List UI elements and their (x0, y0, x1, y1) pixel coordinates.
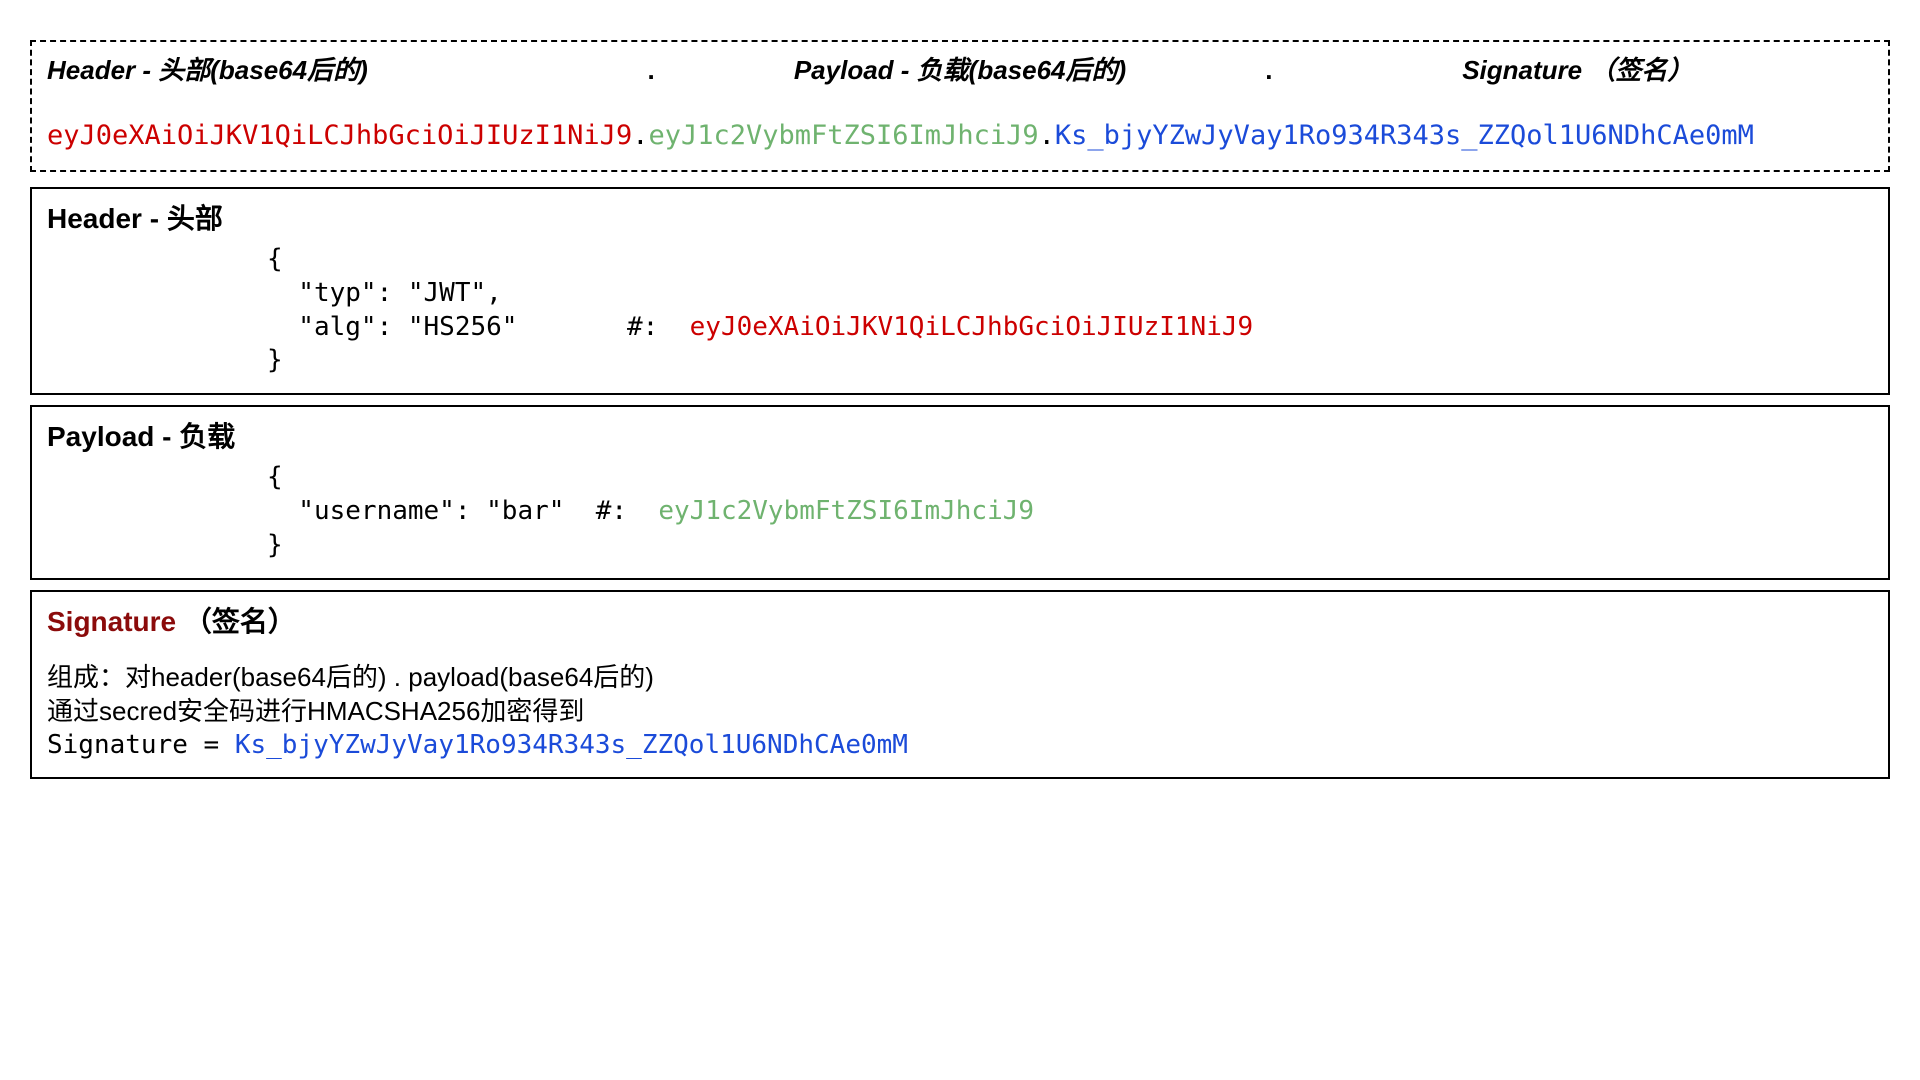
code-line: } (267, 344, 1873, 378)
payload-code-block: { "username": "bar" #: eyJ1c2VybmFtZSI6I… (47, 461, 1873, 562)
payload-section-box: Payload - 负载 { "username": "bar" #: eyJ1… (30, 405, 1890, 580)
signature-title-word: Signature (47, 606, 176, 637)
jwt-dot: . (632, 120, 648, 151)
header-encoded-value: eyJ0eXAiOiJKV1QiLCJhbGciOiJIUzI1NiJ9 (690, 312, 1254, 342)
code-text: "alg": "HS256" #: (267, 312, 690, 342)
payload-column-label: Payload - 负载(base64后的) (665, 52, 1256, 88)
signature-section-box: Signature （签名） 组成：对header(base64后的) . pa… (30, 590, 1890, 780)
jwt-signature-part: Ks_bjyYZwJyVay1Ro934R343s_ZZQol1U6NDhCAe… (1055, 120, 1754, 151)
code-line: "typ": "JWT", (267, 277, 1873, 311)
header-code-block: { "typ": "JWT", "alg": "HS256" #: eyJ0eX… (47, 243, 1873, 378)
jwt-header-part: eyJ0eXAiOiJKV1QiLCJhbGciOiJIUzI1NiJ9 (47, 120, 632, 151)
payload-encoded-value: eyJ1c2VybmFtZSI6ImJhciJ9 (658, 496, 1034, 526)
header-column-label: Header - 头部(base64后的) (47, 52, 638, 88)
code-text: "username": "bar" #: (267, 496, 658, 526)
payload-section-title: Payload - 负载 (47, 417, 1873, 456)
signature-column-label: Signature （签名） (1283, 52, 1874, 88)
signature-title-suffix: （签名） (184, 606, 296, 637)
signature-section-title: Signature （签名） (47, 602, 1873, 641)
code-line: { (267, 243, 1873, 277)
header-section-box: Header - 头部 { "typ": "JWT", "alg": "HS25… (30, 187, 1890, 395)
jwt-parts-header-row: Header - 头部(base64后的) . Payload - 负载(bas… (47, 52, 1873, 88)
jwt-overview-box: Header - 头部(base64后的) . Payload - 负载(bas… (30, 40, 1890, 172)
jwt-full-string: eyJ0eXAiOiJKV1QiLCJhbGciOiJIUzI1NiJ9.eyJ… (47, 118, 1873, 154)
code-line: } (267, 529, 1873, 563)
header-section-title: Header - 头部 (47, 199, 1873, 238)
signature-description: 组成：对header(base64后的) . payload(base64后的)… (47, 661, 1873, 762)
code-line: "alg": "HS256" #: eyJ0eXAiOiJKV1QiLCJhbG… (267, 311, 1873, 345)
signature-desc-line1: 组成：对header(base64后的) . payload(base64后的) (47, 661, 1873, 695)
code-line: { (267, 461, 1873, 495)
jwt-payload-part: eyJ1c2VybmFtZSI6ImJhciJ9 (648, 120, 1038, 151)
separator-dot: . (1255, 52, 1282, 88)
jwt-dot: . (1039, 120, 1055, 151)
signature-equation: Signature = Ks_bjyYZwJyVay1Ro934R343s_ZZ… (47, 729, 1873, 763)
signature-desc-line2: 通过secred安全码进行HMACSHA256加密得到 (47, 695, 1873, 729)
signature-eq-prefix: Signature = (47, 730, 235, 760)
signature-eq-value: Ks_bjyYZwJyVay1Ro934R343s_ZZQol1U6NDhCAe… (235, 730, 908, 760)
code-line: "username": "bar" #: eyJ1c2VybmFtZSI6ImJ… (267, 495, 1873, 529)
separator-dot: . (638, 52, 665, 88)
